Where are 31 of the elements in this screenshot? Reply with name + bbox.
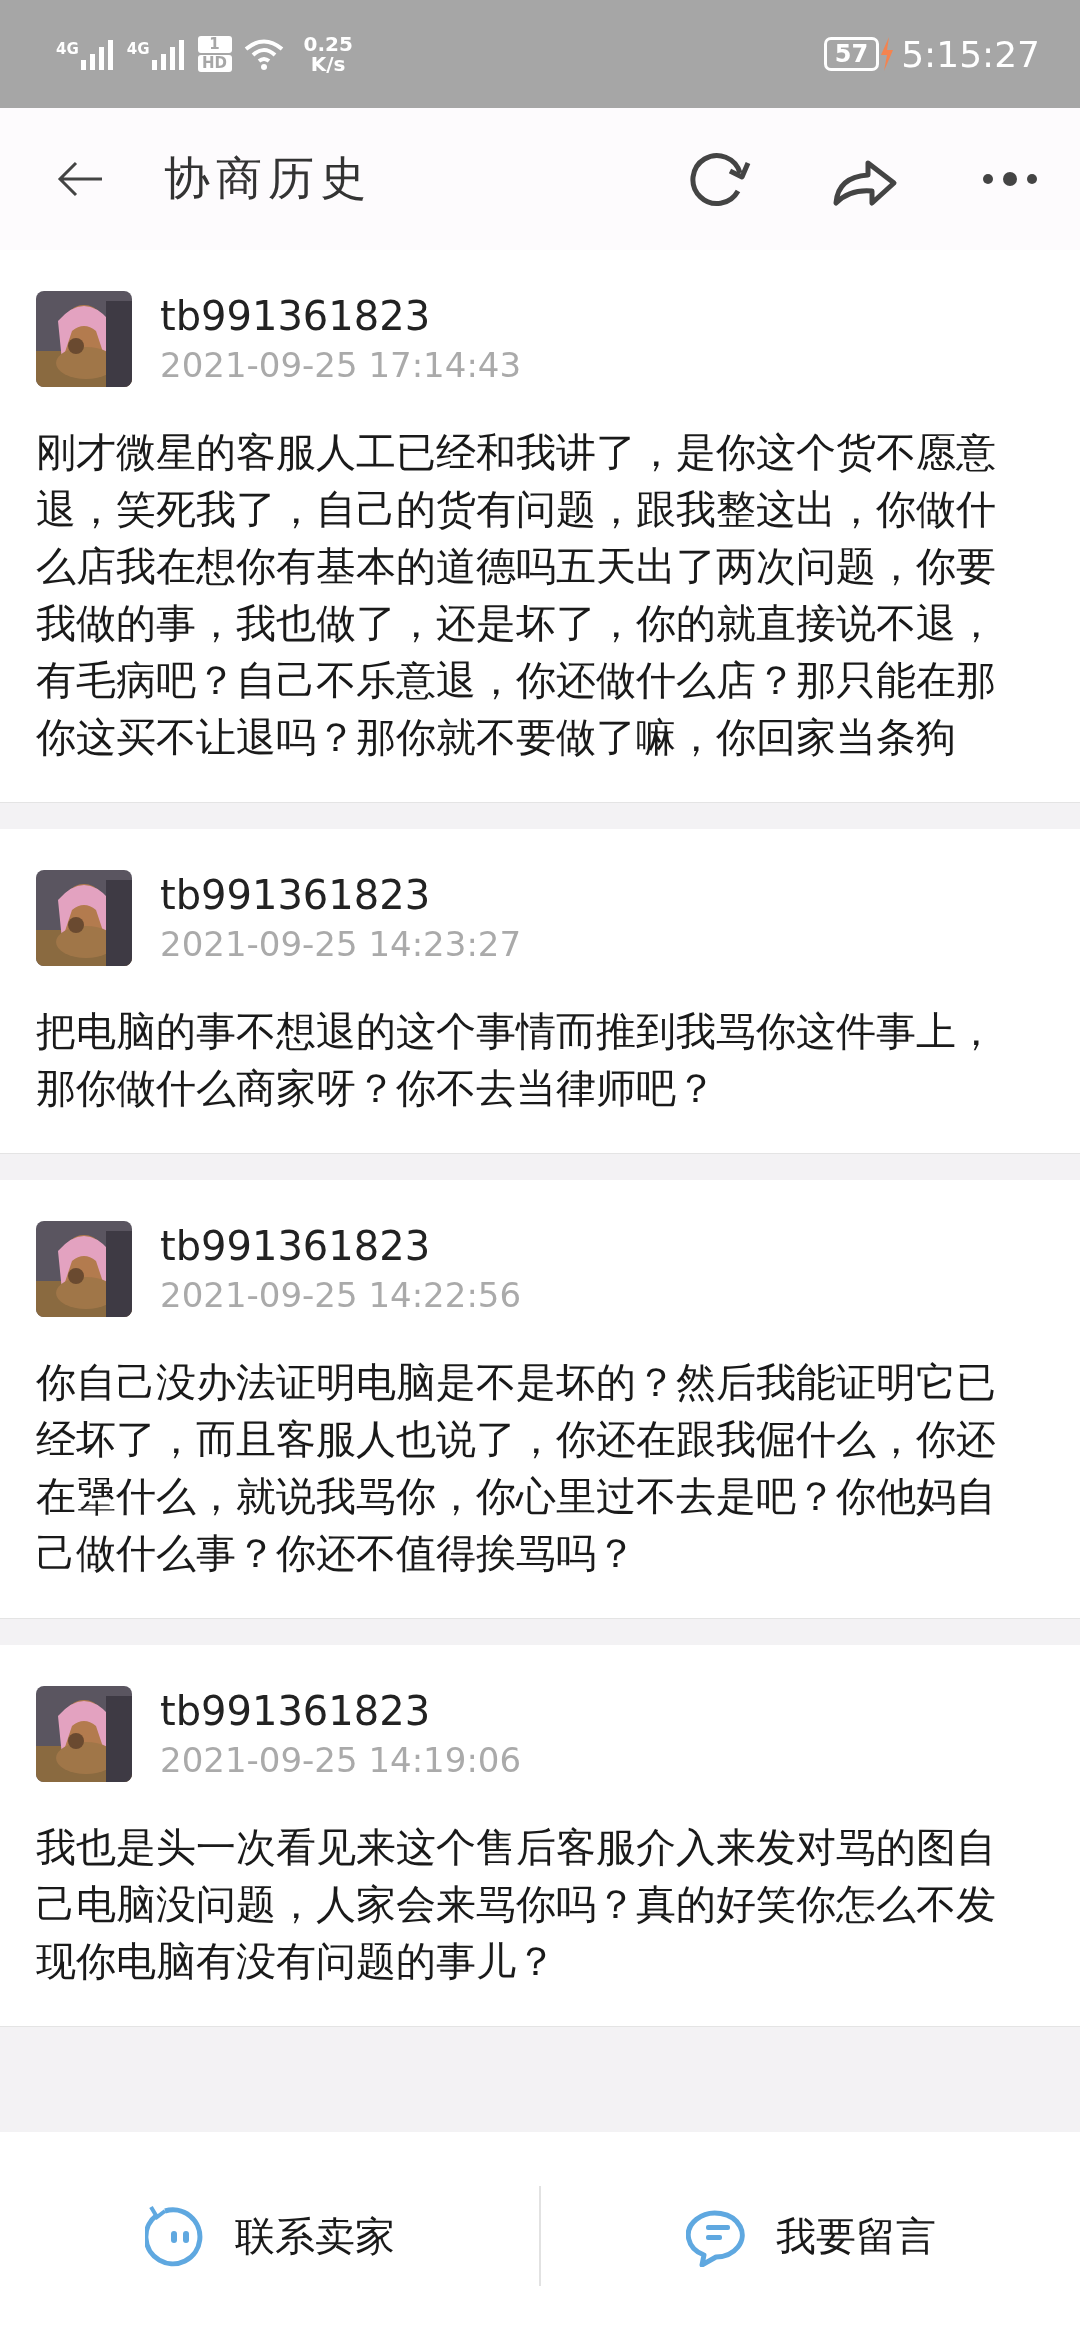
- network-type: 4G: [126, 40, 150, 58]
- sim-slot: 1: [197, 36, 232, 53]
- message-time: 2021-09-25 14:19:06: [160, 1739, 522, 1782]
- message-text: 刚才微星的客服人工已经和我讲了，是你这个货不愿意退，笑死我了，自己的货有问题，跟我整这出，你做什么店我在想你有基本的道德吗五天出了两次问题，你要我做的事，我也做了，还是坏了，你的就直接说不退，有毛病吧？自己不乐意退，你还做什么店？那只能在那你这买不让退吗？那你就不要做了嘛，你回家当条狗: [36, 428, 997, 762]
- page-title: 协商历史: [164, 150, 373, 207]
- contact-seller-button[interactable]: 联系卖家: [0, 2186, 539, 2286]
- back-icon: [56, 159, 104, 199]
- back-button[interactable]: [56, 159, 104, 199]
- charging-icon: [879, 37, 896, 71]
- message-text: 你自己没办法证明电脑是不是坏的？然后我能证明它已经坏了，而且客服人也说了，你还在跟我倔什么，你还在犟什么，就说我骂你，你心里过不去是吧？你他妈自己做什么事？你还不值得挨骂吗？: [36, 1358, 997, 1578]
- battery-level: 57: [823, 37, 880, 71]
- network-type: 4G: [56, 40, 79, 58]
- comment-button[interactable]: 我要留言: [541, 2186, 1080, 2286]
- user-name: tb991361823: [160, 292, 432, 341]
- message-text: 我也是头一次看见来这个售后客服介入来发对骂的图自己电脑没问题，人家会来骂你吗？真的好笑你怎么不发现你电脑有没有问题的事儿？: [36, 1823, 997, 1986]
- user-name: tb991361823: [160, 871, 432, 920]
- network-speed: 0.25: [303, 34, 353, 54]
- message-text: 把电脑的事不想退的这个事情而推到我骂你这件事上，那你做什么商家呀？你不去当律师吧？: [36, 1007, 997, 1113]
- signal-icon: [151, 38, 186, 70]
- signal-icon: [80, 38, 115, 70]
- user-name: tb991361823: [160, 1222, 432, 1271]
- more-icon: [980, 171, 1040, 187]
- speed-unit: K/s: [310, 54, 346, 74]
- hd-label: HD: [197, 55, 232, 72]
- message-time: 2021-09-25 14:22:56: [160, 1274, 522, 1317]
- more-button[interactable]: [980, 171, 1040, 187]
- user-name: tb991361823: [160, 1687, 432, 1736]
- clock: 5:15:27: [901, 33, 1040, 75]
- wifi-icon: [243, 38, 284, 70]
- message-time: 2021-09-25 14:23:27: [160, 923, 522, 966]
- message-time: 2021-09-25 17:14:43: [160, 344, 522, 387]
